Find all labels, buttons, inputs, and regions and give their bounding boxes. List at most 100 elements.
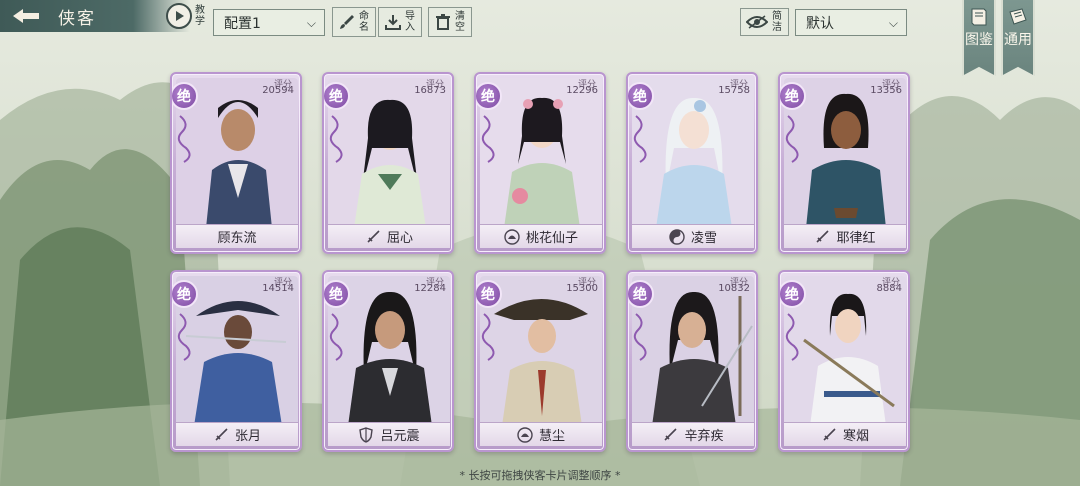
brush-icon bbox=[337, 12, 357, 32]
filter-toggle[interactable]: 简洁 bbox=[740, 8, 789, 36]
hero-card[interactable]: 绝 评分 20594 顾东流 bbox=[170, 72, 302, 254]
general-label: 通用 bbox=[1004, 32, 1032, 48]
hero-name: 张月 bbox=[234, 429, 261, 444]
hero-name-plate: 屈心 bbox=[328, 224, 450, 248]
rank-badge: 绝 bbox=[476, 82, 502, 110]
hero-card[interactable]: 绝 评分 8884 寒烟 bbox=[778, 270, 910, 452]
rank-badge: 绝 bbox=[628, 280, 654, 308]
rank-badge: 绝 bbox=[628, 82, 654, 110]
lotus-icon bbox=[517, 426, 533, 443]
score-value: 10832 bbox=[718, 283, 750, 294]
hero-name: 寒烟 bbox=[842, 429, 869, 444]
rank-badge: 绝 bbox=[780, 280, 806, 308]
trash-icon bbox=[433, 12, 453, 32]
rank-badge: 绝 bbox=[324, 280, 350, 308]
yinyang-icon bbox=[669, 228, 685, 245]
codex-button[interactable]: 图鉴 bbox=[962, 0, 996, 76]
hero-name: 耶律红 bbox=[836, 231, 876, 246]
rename-button[interactable]: 命名 bbox=[332, 7, 376, 37]
tier-ornament-icon bbox=[481, 313, 495, 361]
tutorial-label: 教学 bbox=[195, 5, 205, 27]
sort-value: 默认 bbox=[806, 15, 834, 32]
chevron-down-icon: ⌵ bbox=[306, 16, 316, 30]
config-value: 配置1 bbox=[224, 15, 261, 32]
clear-label: 清空 bbox=[455, 11, 465, 33]
arrow-left-icon bbox=[13, 9, 39, 23]
score-value: 20594 bbox=[262, 85, 294, 96]
tier-ornament-icon bbox=[633, 313, 647, 361]
sword-icon bbox=[814, 229, 830, 245]
score-value: 13356 bbox=[870, 85, 902, 96]
config-select[interactable]: 配置1 ⌵ bbox=[213, 9, 325, 36]
score-value: 12296 bbox=[566, 85, 598, 96]
import-label: 导入 bbox=[405, 11, 415, 33]
sword-icon bbox=[365, 229, 381, 245]
hero-card[interactable]: 绝 评分 10832 辛弃疾 bbox=[626, 270, 758, 452]
general-button[interactable]: 通用 bbox=[1001, 0, 1035, 76]
title-tab: 侠客 bbox=[0, 0, 190, 32]
hero-name: 顾东流 bbox=[217, 231, 257, 246]
hero-name-plate: 凌雪 bbox=[632, 224, 754, 248]
hero-name-plate: 张月 bbox=[176, 422, 298, 446]
rank-badge: 绝 bbox=[780, 82, 806, 110]
tier-ornament-icon bbox=[177, 115, 191, 163]
play-icon bbox=[166, 3, 192, 29]
hero-card[interactable]: 绝 评分 15758 凌雪 bbox=[626, 72, 758, 254]
tier-ornament-icon bbox=[329, 115, 343, 163]
hero-card[interactable]: 绝 评分 12296 桃花仙子 bbox=[474, 72, 606, 254]
score-value: 14514 bbox=[262, 283, 294, 294]
hero-card[interactable]: 绝 评分 16873 屈心 bbox=[322, 72, 454, 254]
hero-card[interactable]: 绝 评分 12284 吕元震 bbox=[322, 270, 454, 452]
score-value: 16873 bbox=[414, 85, 446, 96]
rank-badge: 绝 bbox=[476, 280, 502, 308]
hero-name: 慧尘 bbox=[538, 429, 565, 444]
hero-name: 凌雪 bbox=[690, 231, 717, 246]
hero-name-plate: 耶律红 bbox=[784, 224, 906, 248]
tier-ornament-icon bbox=[785, 115, 799, 163]
score-value: 8884 bbox=[876, 283, 902, 294]
hero-name: 辛弃疾 bbox=[684, 429, 724, 444]
codex-label: 图鉴 bbox=[965, 32, 993, 48]
shield-icon bbox=[358, 426, 374, 443]
sword-icon bbox=[662, 427, 678, 443]
import-button[interactable]: 导入 bbox=[378, 7, 422, 37]
chevron-down-icon: ⌵ bbox=[888, 16, 898, 30]
tier-ornament-icon bbox=[177, 313, 191, 361]
hero-card[interactable]: 绝 评分 14514 张月 bbox=[170, 270, 302, 452]
hero-name-plate: 吕元震 bbox=[328, 422, 450, 446]
rank-badge: 绝 bbox=[172, 82, 198, 110]
hero-name-plate: 寒烟 bbox=[784, 422, 906, 446]
filter-label: 简洁 bbox=[772, 11, 782, 33]
score-value: 15300 bbox=[566, 283, 598, 294]
tier-ornament-icon bbox=[633, 115, 647, 163]
sword-icon bbox=[821, 427, 837, 443]
hero-name-plate: 慧尘 bbox=[480, 422, 602, 446]
top-bar: 侠客 教学 配置1 ⌵ 命名 导入 清空 简洁 默认 ⌵ 图鉴 通用 bbox=[0, 0, 1080, 76]
tier-ornament-icon bbox=[785, 313, 799, 361]
tutorial-button[interactable]: 教学 bbox=[166, 3, 207, 29]
rename-label: 命名 bbox=[359, 11, 369, 33]
back-button[interactable] bbox=[0, 0, 52, 32]
score-value: 12284 bbox=[414, 283, 446, 294]
import-icon bbox=[383, 12, 403, 32]
scroll-icon bbox=[1009, 8, 1027, 25]
hero-name-plate: 顾东流 bbox=[176, 224, 298, 248]
lotus-icon bbox=[504, 228, 520, 245]
hero-name: 桃花仙子 bbox=[525, 231, 578, 246]
hero-card[interactable]: 绝 评分 13356 耶律红 bbox=[778, 72, 910, 254]
book-icon bbox=[971, 8, 987, 26]
sort-select[interactable]: 默认 ⌵ bbox=[795, 9, 907, 36]
hero-name: 吕元震 bbox=[380, 429, 420, 444]
score-value: 15758 bbox=[718, 85, 750, 96]
hero-card[interactable]: 绝 评分 15300 慧尘 bbox=[474, 270, 606, 452]
hero-name-plate: 桃花仙子 bbox=[480, 224, 602, 248]
rank-badge: 绝 bbox=[324, 82, 350, 110]
page-title: 侠客 bbox=[58, 8, 96, 29]
hero-name-plate: 辛弃疾 bbox=[632, 422, 754, 446]
eye-icon bbox=[745, 12, 769, 32]
clear-button[interactable]: 清空 bbox=[428, 7, 472, 37]
rank-badge: 绝 bbox=[172, 280, 198, 308]
hero-name: 屈心 bbox=[386, 231, 413, 246]
drag-hint: * 长按可拖拽侠客卡片调整顺序 * bbox=[459, 469, 621, 482]
tier-ornament-icon bbox=[329, 313, 343, 361]
